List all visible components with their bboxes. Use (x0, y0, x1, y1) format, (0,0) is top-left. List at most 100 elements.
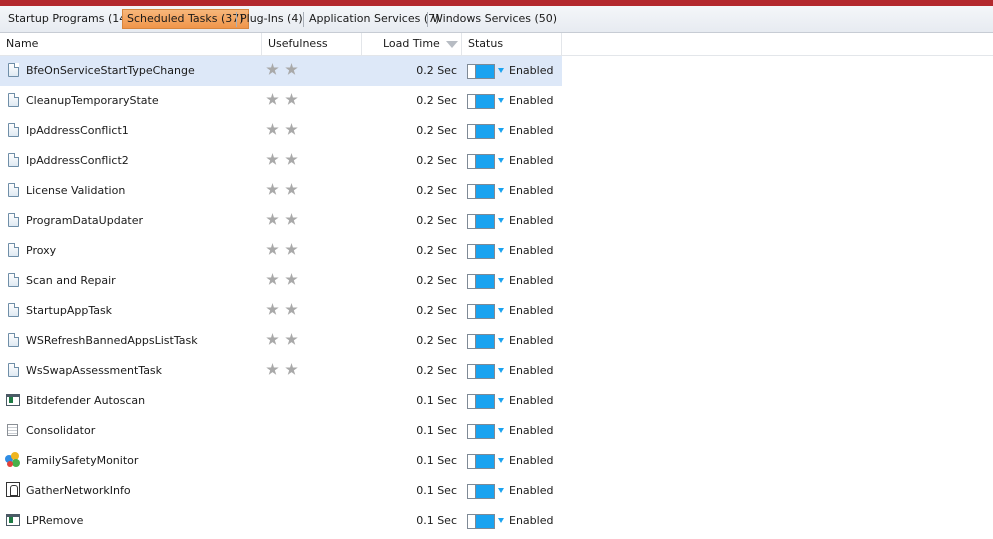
table-row[interactable]: CleanupTemporaryState 0.2 Sec Enabled (0, 86, 562, 116)
tab-plug-ins[interactable]: Plug-Ins (4) (236, 10, 307, 28)
table-row[interactable]: WsSwapAssessmentTask 0.2 Sec Enabled (0, 356, 562, 386)
enable-toggle[interactable] (467, 124, 495, 139)
tab-startup-programs[interactable]: Startup Programs (14) (4, 10, 135, 28)
enable-toggle[interactable] (467, 214, 495, 229)
enable-toggle[interactable] (467, 364, 495, 379)
column-header-name[interactable]: Name (0, 33, 262, 55)
star-icon[interactable] (266, 363, 279, 375)
star-icon[interactable] (266, 183, 279, 195)
status-dropdown-icon[interactable] (498, 188, 504, 193)
table-row[interactable]: Consolidator 0.1 Sec Enabled (0, 416, 562, 446)
status-dropdown-icon[interactable] (498, 158, 504, 163)
usefulness-rating[interactable] (266, 123, 302, 137)
star-icon[interactable] (266, 213, 279, 225)
status-dropdown-icon[interactable] (498, 68, 504, 73)
tab-application-services[interactable]: Application Services (7) (305, 10, 443, 28)
table-row[interactable]: WSRefreshBannedAppsListTask 0.2 Sec Enable… (0, 326, 562, 356)
status-dropdown-icon[interactable] (498, 428, 504, 433)
enable-toggle[interactable] (467, 304, 495, 319)
column-header-status[interactable]: Status (462, 33, 562, 55)
status-dropdown-icon[interactable] (498, 128, 504, 133)
status-dropdown-icon[interactable] (498, 248, 504, 253)
usefulness-rating[interactable] (266, 243, 302, 257)
enable-toggle[interactable] (467, 514, 495, 529)
status-dropdown-icon[interactable] (498, 518, 504, 523)
star-icon[interactable] (285, 303, 298, 315)
task-name: Bitdefender Autoscan (26, 394, 146, 407)
enable-toggle[interactable] (467, 274, 495, 289)
load-time: 0.1 Sec (416, 424, 457, 437)
status-dropdown-icon[interactable] (498, 488, 504, 493)
table-row[interactable]: Bitdefender Autoscan 0.1 Sec Enabled (0, 386, 562, 416)
star-icon[interactable] (266, 63, 279, 75)
star-icon[interactable] (285, 153, 298, 165)
task-name: FamilySafetyMonitor (26, 454, 139, 467)
enable-toggle[interactable] (467, 484, 495, 499)
star-icon[interactable] (285, 63, 298, 75)
table-row[interactable]: IpAddressConflict2 0.2 Sec Enabled (0, 146, 562, 176)
usefulness-rating[interactable] (266, 333, 302, 347)
usefulness-rating[interactable] (266, 273, 302, 287)
usefulness-rating[interactable] (266, 303, 302, 317)
status-dropdown-icon[interactable] (498, 458, 504, 463)
usefulness-rating[interactable] (266, 63, 302, 77)
star-icon[interactable] (266, 303, 279, 315)
star-icon[interactable] (285, 363, 298, 375)
load-time: 0.1 Sec (416, 394, 457, 407)
enable-toggle[interactable] (467, 154, 495, 169)
tab-scheduled-tasks[interactable]: Scheduled Tasks (37) (122, 9, 249, 29)
star-icon[interactable] (285, 273, 298, 285)
star-icon[interactable] (285, 183, 298, 195)
usefulness-rating[interactable] (266, 153, 302, 167)
network-script-icon (6, 482, 20, 497)
star-icon[interactable] (285, 213, 298, 225)
star-icon[interactable] (285, 93, 298, 105)
column-header-usefulness[interactable]: Usefulness (262, 33, 362, 55)
enable-toggle[interactable] (467, 244, 495, 259)
star-icon[interactable] (285, 123, 298, 135)
enable-toggle[interactable] (467, 394, 495, 409)
file-icon (8, 123, 19, 137)
task-name: WSRefreshBannedAppsListTask (26, 334, 198, 347)
star-icon[interactable] (266, 93, 279, 105)
task-name: StartupAppTask (26, 304, 113, 317)
enable-toggle[interactable] (467, 334, 495, 349)
status-dropdown-icon[interactable] (498, 308, 504, 313)
status-dropdown-icon[interactable] (498, 398, 504, 403)
table-row[interactable]: LPRemove 0.1 Sec Enabled (0, 506, 562, 536)
enable-toggle[interactable] (467, 454, 495, 469)
star-icon[interactable] (266, 243, 279, 255)
table-row[interactable]: ProgramDataUpdater 0.2 Sec Enabled (0, 206, 562, 236)
tab-windows-services[interactable]: Windows Services (50) (428, 10, 561, 28)
usefulness-rating[interactable] (266, 363, 302, 377)
status-dropdown-icon[interactable] (498, 338, 504, 343)
enable-toggle[interactable] (467, 184, 495, 199)
table-row[interactable]: Proxy 0.2 Sec Enabled (0, 236, 562, 266)
star-icon[interactable] (266, 123, 279, 135)
status-dropdown-icon[interactable] (498, 218, 504, 223)
table-row[interactable]: IpAddressConflict1 0.2 Sec Enabled (0, 116, 562, 146)
usefulness-rating[interactable] (266, 93, 302, 107)
star-icon[interactable] (266, 153, 279, 165)
usefulness-rating[interactable] (266, 213, 302, 227)
status-dropdown-icon[interactable] (498, 98, 504, 103)
status-dropdown-icon[interactable] (498, 278, 504, 283)
table-row[interactable]: License Validation 0.2 Sec Enabled (0, 176, 562, 206)
table-row[interactable]: Scan and Repair 0.2 Sec Enabled (0, 266, 562, 296)
usefulness-rating[interactable] (266, 183, 302, 197)
sort-descending-icon[interactable] (446, 41, 458, 48)
table-row[interactable]: BfeOnServiceStartTypeChange 0.2 Sec Enable… (0, 56, 562, 86)
enable-toggle[interactable] (467, 424, 495, 439)
enable-toggle[interactable] (467, 94, 495, 109)
load-time: 0.2 Sec (416, 184, 457, 197)
status-dropdown-icon[interactable] (498, 368, 504, 373)
star-icon[interactable] (266, 333, 279, 345)
table-row[interactable]: FamilySafetyMonitor 0.1 Sec Enabled (0, 446, 562, 476)
table-row[interactable]: GatherNetworkInfo 0.1 Sec Enabled (0, 476, 562, 506)
star-icon[interactable] (285, 333, 298, 345)
star-icon[interactable] (285, 243, 298, 255)
table-row[interactable]: StartupAppTask 0.2 Sec Enabled (0, 296, 562, 326)
star-icon[interactable] (266, 273, 279, 285)
enable-toggle[interactable] (467, 64, 495, 79)
status-label: Enabled (509, 184, 554, 197)
